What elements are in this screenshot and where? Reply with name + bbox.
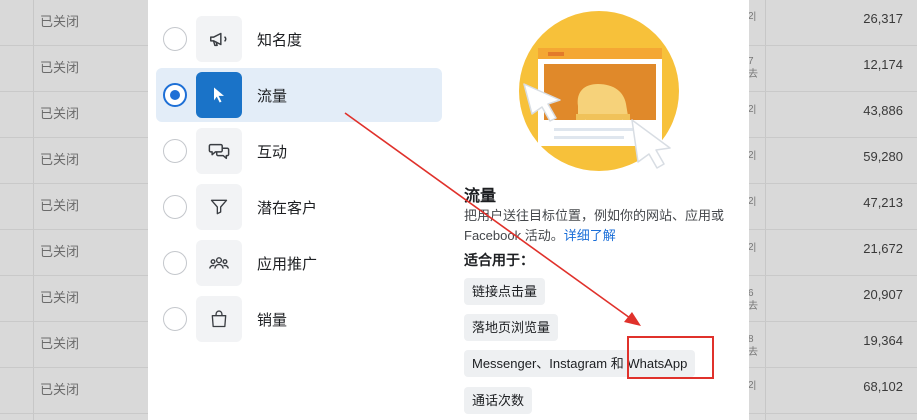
objective-option-leads[interactable]: 潜在客户	[156, 180, 442, 234]
use-case-chip: Messenger、Instagram 和 WhatsApp	[464, 350, 696, 377]
status-cell: 已关闭	[40, 106, 80, 121]
objective-label: 知名度	[257, 32, 303, 49]
truncated-text: 去	[748, 301, 758, 312]
use-case-chip: 链接点击量	[464, 278, 546, 305]
value-cell: 12,174	[863, 57, 903, 72]
objective-detail-description: 把用户送往目标位置，例如你的网站、应用或 Facebook 活动。详细了解	[464, 206, 734, 246]
use-case-chip: 通话次数	[464, 387, 533, 414]
objective-option-awareness[interactable]: 知名度	[156, 12, 442, 66]
status-cell: 已关闭	[40, 14, 80, 29]
truncated-text: 去	[748, 69, 758, 80]
cursor-icon	[196, 72, 242, 118]
radio-button-selected[interactable]	[163, 83, 187, 107]
megaphone-icon	[196, 16, 242, 62]
use-case-chip: 落地页浏览量	[464, 314, 559, 341]
status-cell: 已关闭	[40, 198, 80, 213]
shopping-bag-icon	[196, 296, 242, 342]
value-cell: 26,317	[863, 11, 903, 26]
traffic-illustration	[516, 8, 682, 174]
value-cell: 20,907	[863, 287, 903, 302]
value-cell: 21,672	[863, 241, 903, 256]
status-cell: 已关闭	[40, 336, 80, 351]
truncated-text: 2|	[748, 242, 757, 253]
radio-button[interactable]	[163, 307, 187, 331]
status-cell: 已关闭	[40, 60, 80, 75]
people-icon	[196, 240, 242, 286]
radio-button[interactable]	[163, 27, 187, 51]
objective-option-sales[interactable]: 销量	[156, 292, 442, 346]
truncated-text: 2|	[748, 196, 757, 207]
truncated-text: 2|	[748, 380, 757, 391]
objective-detail-title: 流量	[464, 188, 497, 205]
radio-button[interactable]	[163, 139, 187, 163]
value-cell: 47,213	[863, 195, 903, 210]
truncated-text: 去	[748, 347, 758, 358]
value-cell: 59,280	[863, 149, 903, 164]
objective-label: 应用推广	[257, 256, 318, 273]
value-cell: 19,364	[863, 333, 903, 348]
objective-label: 互动	[257, 144, 288, 161]
value-cell: 68,102	[863, 379, 903, 394]
value-cell: 43,886	[863, 103, 903, 118]
objective-option-app-promotion[interactable]: 应用推广	[156, 236, 442, 290]
chat-bubbles-icon	[196, 128, 242, 174]
campaign-objective-dialog: 知名度 流量 互动 潜在客户 应用推广 销量 流量 把用户送往目标位置，例如你的…	[148, 0, 749, 420]
status-cell: 已关闭	[40, 152, 80, 167]
radio-button[interactable]	[163, 251, 187, 275]
funnel-icon	[196, 184, 242, 230]
suitable-for-label: 适合用于：	[464, 252, 534, 268]
objective-label: 潜在客户	[257, 200, 318, 217]
truncated-text: 2|	[748, 104, 757, 115]
status-cell: 已关闭	[40, 244, 80, 259]
learn-more-link[interactable]: 详细了解	[564, 228, 616, 243]
status-cell: 已关闭	[40, 382, 80, 397]
objective-label: 流量	[257, 88, 288, 105]
radio-button[interactable]	[163, 195, 187, 219]
objective-option-engagement[interactable]: 互动	[156, 124, 442, 178]
status-cell: 已关闭	[40, 290, 80, 305]
truncated-text: 2|	[748, 150, 757, 161]
objective-option-traffic[interactable]: 流量	[156, 68, 442, 122]
objective-label: 销量	[257, 312, 288, 329]
truncated-text: 2|	[748, 11, 757, 22]
